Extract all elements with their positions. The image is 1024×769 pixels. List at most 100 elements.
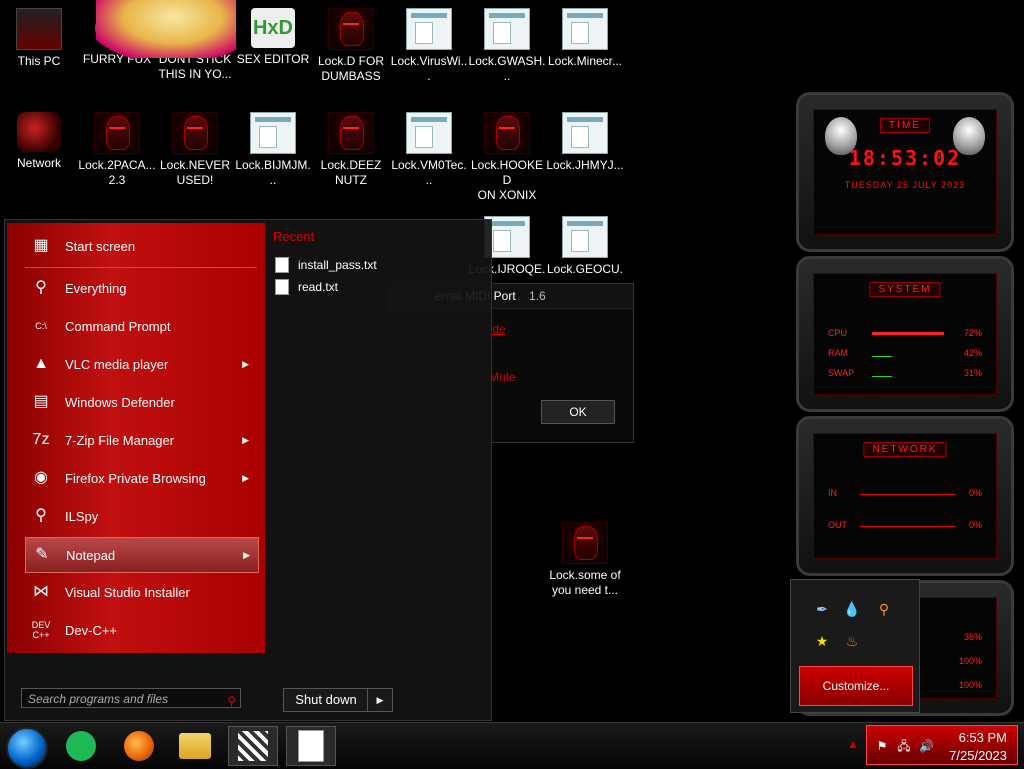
notepad-icon: ✎ (35, 546, 49, 563)
network-icon[interactable]: 🖧 (897, 739, 911, 753)
system-metric-value: 31% (963, 368, 982, 378)
recent-item-label: install_pass.txt (298, 258, 377, 272)
taskbar-explorer-button[interactable] (170, 726, 220, 766)
desktop-icon[interactable]: This PC (0, 8, 78, 69)
volume-icon[interactable]: 🔊 (919, 739, 934, 753)
cartoon-character-icon (96, 0, 236, 58)
search-icon[interactable]: ⚲ (227, 691, 236, 711)
start-menu-item[interactable]: C:\ Command Prompt (25, 309, 257, 343)
star-tray-icon[interactable]: ★ (813, 632, 831, 650)
desktop-icon[interactable]: Network (0, 112, 78, 171)
desktop-icon-label: Lock.VirusWi... (390, 54, 468, 83)
txt-icon (484, 8, 530, 50)
taskbar-spotify-button[interactable] (56, 726, 106, 766)
start-menu-item[interactable]: ⚲ Everything (25, 271, 257, 305)
network-title: NETWORK (863, 442, 947, 457)
desktop-icon[interactable]: Lock.DEEZ NUTZ (312, 112, 390, 188)
submenu-arrow-icon[interactable]: ▶ (242, 473, 249, 484)
network-in-value: 0% (968, 488, 982, 498)
desktop-icon[interactable]: Lock.VirusWi... (390, 8, 468, 84)
start-menu-item-label: Visual Studio Installer (65, 584, 190, 600)
ok-button[interactable]: OK (541, 400, 615, 424)
drive-usage-value: 100% (958, 656, 982, 666)
recent-item[interactable]: read.txt (275, 279, 338, 295)
start-menu-item-label: Start screen (65, 238, 136, 254)
taskbar-document-button[interactable] (286, 726, 336, 766)
java-tray-icon[interactable]: ♨ (843, 632, 861, 650)
gadget-date: TUESDAY 25 JULY 2023 (844, 180, 966, 190)
usage-graph-line (872, 376, 892, 377)
network-in-graph (860, 494, 956, 495)
shutdown-options-arrow[interactable]: ▶ (367, 688, 393, 712)
start-menu-item[interactable]: ⚲ ILSpy (25, 499, 257, 533)
net-icon (17, 112, 61, 152)
recent-item-label: read.txt (298, 280, 339, 294)
desktop-icon-label: Lock.Minecr... (547, 54, 623, 68)
desktop-icon-label: Lock.DEEZ NUTZ (320, 158, 382, 187)
start-menu-item[interactable]: DEV C++ Dev-C++ (25, 613, 257, 647)
network-gadget-panel: NETWORK IN 0% OUT 0% (813, 433, 997, 559)
lock-icon (94, 112, 140, 154)
taskbar-firefox-button[interactable] (114, 726, 164, 766)
desktop-icon[interactable]: Lock.HOOKED ON XONIX (468, 112, 546, 203)
start-menu-item[interactable]: ⋈ Visual Studio Installer (25, 575, 257, 609)
usage-graph-line (872, 356, 892, 357)
search-input[interactable]: Search programs and files ⚲ (21, 688, 241, 708)
taskbar-pixel-app-button[interactable] (228, 726, 278, 766)
txt-icon (406, 112, 452, 154)
submenu-arrow-icon[interactable]: ▶ (243, 550, 250, 561)
start-menu-item[interactable]: ▲ VLC media player ▶ (25, 347, 257, 381)
start-menu-item[interactable]: 7z 7-Zip File Manager ▶ (25, 423, 257, 457)
flag-icon[interactable]: ⚑ (875, 739, 889, 753)
desktop-icon[interactable]: Lock.GEOCU... (546, 216, 624, 292)
search-placeholder: Search programs and files (28, 692, 169, 706)
desktop-icon[interactable]: Lock.D FOR DUMBASS (312, 8, 390, 84)
magnifier-tray-icon[interactable]: ⚲ (875, 600, 893, 618)
desktop-icon-label: Lock.JHMYJ... (546, 158, 624, 172)
recent-item[interactable]: install_pass.txt (275, 257, 377, 273)
network-out-label: OUT (828, 520, 847, 530)
start-menu-item-label: Dev-C++ (65, 622, 118, 638)
desktop-icon[interactable]: Lock.some of you need t... (546, 522, 624, 598)
start-menu-item[interactable]: ▤ Windows Defender (25, 385, 257, 419)
tray-overflow-icon[interactable]: ▲ (846, 737, 860, 751)
pen-tray-icon[interactable]: ✒ (813, 600, 831, 618)
desktop-icon[interactable]: HxD SEX EDITOR (234, 8, 312, 67)
mute-checkbox-label[interactable]: Mute (489, 370, 516, 384)
desktop-icon[interactable]: Lock.VM0Tec... (390, 112, 468, 188)
text-file-icon (275, 279, 289, 295)
lock-icon (172, 112, 218, 154)
tray-overflow-popup: ✒ 💧 ⚲ ★ ♨ Customize... (790, 579, 920, 713)
ilspy-icon: ⚲ (35, 507, 47, 524)
start-menu-item[interactable]: ✎ Notepad ▶ (25, 537, 259, 573)
lock-icon (484, 112, 530, 154)
desktop-icon[interactable]: Lock.GWASH... (468, 8, 546, 84)
shutdown-button[interactable]: Shut down (283, 688, 369, 712)
submenu-arrow-icon[interactable]: ▶ (242, 359, 249, 370)
start-orb-button[interactable] (6, 727, 48, 769)
network-out-value: 0% (968, 520, 982, 530)
desktop-icon[interactable]: Lock.NEVER USED! (156, 112, 234, 188)
customize-button[interactable]: Customize... (799, 666, 913, 706)
network-in-label: IN (828, 488, 837, 498)
desktop-icon[interactable]: Lock.JHMYJ... (546, 112, 624, 173)
desktop-icon-label: Lock.some of you need t... (549, 568, 621, 597)
desktop-icon-label: Network (16, 156, 61, 170)
taskbar-clock[interactable]: ⚑ 🖧 🔊 6:53 PM 7/25/2023 (866, 725, 1018, 765)
droplet-tray-icon[interactable]: 💧 (843, 600, 861, 618)
system-metric-value: 72% (963, 328, 982, 338)
network-gadget: NETWORK IN 0% OUT 0% (796, 416, 1014, 576)
cpu-usage-bar (872, 332, 944, 335)
submenu-arrow-icon[interactable]: ▶ (242, 435, 249, 446)
desktop-icon[interactable]: Lock.Minecr... (546, 8, 624, 69)
start-menu-item-label: 7-Zip File Manager (65, 432, 175, 448)
start-menu-item[interactable]: ▦ Start screen (25, 229, 257, 263)
desktop-icon[interactable]: Lock.BIJMJM... (234, 112, 312, 188)
start-menu-item[interactable]: ◉ Firefox Private Browsing ▶ (25, 461, 257, 495)
lock-icon (562, 522, 608, 564)
start-menu-programs: ▦ Start screen ⚲ Everything C:\ Command Promp… (7, 223, 265, 653)
vlc-cone-icon: ▲ (33, 355, 49, 372)
system-metric-row: RAM 42% (828, 348, 982, 360)
all-programs-bar[interactable] (7, 653, 487, 679)
desktop-icon[interactable]: Lock.2PACA... 2.3 (78, 112, 156, 188)
